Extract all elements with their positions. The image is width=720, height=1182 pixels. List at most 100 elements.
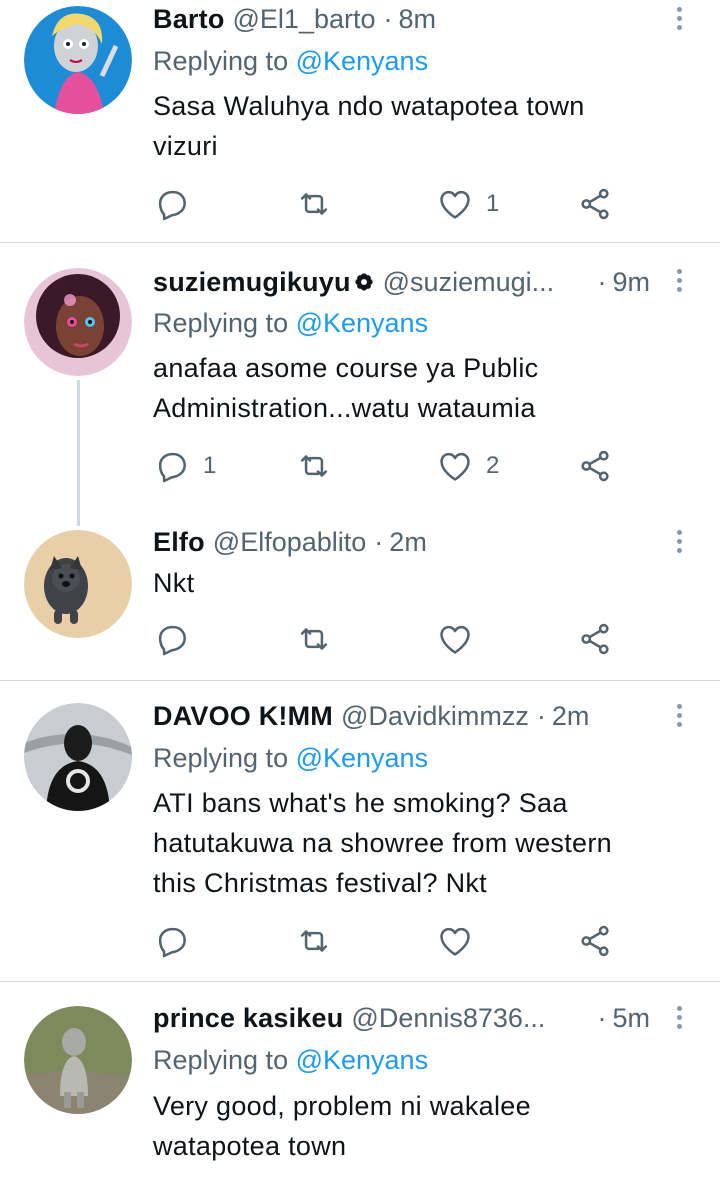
user-handle[interactable]: @Davidkimmzz xyxy=(341,697,529,735)
display-name[interactable]: prince kasikeu xyxy=(153,999,343,1037)
tweet[interactable]: suziemugikuyu @suziemugi... · 9m Replyin… xyxy=(0,243,720,526)
action-bar: 1 xyxy=(153,184,680,224)
reply-icon xyxy=(158,452,186,483)
share-button[interactable] xyxy=(576,446,614,486)
retweet-button[interactable] xyxy=(295,446,345,486)
share-button[interactable] xyxy=(576,921,614,961)
user-handle[interactable]: @suziemugi... xyxy=(383,263,590,301)
more-icon[interactable] xyxy=(674,1004,684,1034)
user-handle[interactable]: @Dennis8736... xyxy=(351,999,589,1037)
replying-to: Replying to @Kenyans xyxy=(153,1041,428,1079)
like-button[interactable]: 1 xyxy=(436,184,499,224)
mention-link[interactable]: @Kenyans xyxy=(296,46,428,76)
user-handle[interactable]: @Elfopablito xyxy=(213,523,367,561)
separator: · xyxy=(383,4,393,34)
share-icon xyxy=(581,450,609,482)
tweet[interactable]: prince kasikeu @Dennis8736... · 5m Reply… xyxy=(0,982,720,1182)
thread-line xyxy=(77,380,80,526)
like-button[interactable]: 2 xyxy=(436,446,499,486)
flower-emoji-icon xyxy=(355,273,373,291)
heart-icon xyxy=(440,452,470,481)
tweet[interactable]: Barto @El1_barto · 8m Replying to @Kenya… xyxy=(0,0,720,242)
more-icon[interactable] xyxy=(674,702,684,732)
separator: · xyxy=(597,1003,607,1033)
avatar[interactable] xyxy=(24,6,132,114)
tweet-text: Sasa Waluhya ndo watapotea town vizuri xyxy=(153,86,680,166)
replying-to-label: Replying to xyxy=(153,308,296,338)
text-line: watapotea town xyxy=(153,1131,347,1161)
replying-to-label: Replying to xyxy=(153,743,296,773)
action-bar xyxy=(153,921,680,961)
heart-icon xyxy=(440,625,470,654)
tweet-text: anafaa asome course ya Public Administra… xyxy=(153,348,680,428)
avatar[interactable] xyxy=(24,268,132,376)
replying-to-label: Replying to xyxy=(153,46,296,76)
timestamp[interactable]: 8m xyxy=(399,0,437,38)
separator: · xyxy=(536,701,546,731)
avatar[interactable] xyxy=(24,703,132,811)
display-name[interactable]: DAVOO K!MM xyxy=(153,697,333,735)
avatar-image xyxy=(24,6,132,114)
text-line: vizuri xyxy=(153,131,218,161)
avatar-image xyxy=(24,268,132,376)
more-icon[interactable] xyxy=(674,5,684,35)
timestamp[interactable]: 9m xyxy=(612,263,650,301)
reply-button[interactable] xyxy=(153,184,203,224)
user-handle[interactable]: @El1_barto xyxy=(233,0,376,38)
share-icon xyxy=(581,188,609,220)
share-button[interactable] xyxy=(576,184,614,224)
retweet-icon xyxy=(300,455,328,477)
reply-button[interactable] xyxy=(153,921,203,961)
display-name[interactable]: suziemugikuyu xyxy=(153,263,351,301)
replying-to: Replying to @Kenyans xyxy=(153,739,428,777)
mention-link[interactable]: @Kenyans xyxy=(296,1045,428,1075)
separator: · xyxy=(597,267,607,297)
text-line: this Christmas festival? Nkt xyxy=(153,868,487,898)
separator: · xyxy=(374,527,384,557)
text-line: Administration...watu wataumia xyxy=(153,393,536,423)
share-icon xyxy=(581,623,609,655)
more-icon[interactable] xyxy=(674,528,684,558)
action-bar: 1 2 xyxy=(153,446,680,486)
retweet-button[interactable] xyxy=(295,184,345,224)
tweet-text: ATI bans what's he smoking? Saa hatutaku… xyxy=(153,783,680,903)
reply-icon xyxy=(158,190,186,221)
reply-count: 1 xyxy=(203,452,217,479)
retweet-icon xyxy=(300,193,328,215)
mention-link[interactable]: @Kenyans xyxy=(296,308,428,338)
display-name[interactable]: Barto xyxy=(153,0,225,38)
replying-to-label: Replying to xyxy=(153,1045,296,1075)
retweet-icon xyxy=(300,628,328,650)
action-bar xyxy=(153,619,680,659)
avatar[interactable] xyxy=(24,1006,132,1114)
like-button[interactable] xyxy=(436,619,486,659)
reply-button[interactable]: 1 xyxy=(153,446,216,486)
reply-icon xyxy=(158,927,186,958)
tweet-text: Very good, problem ni wakalee watapotea … xyxy=(153,1086,680,1166)
tweet[interactable]: DAVOO K!MM @Davidkimmzz · 2m Replying to… xyxy=(0,681,720,981)
text-line: anafaa asome course ya Public xyxy=(153,353,539,383)
share-icon xyxy=(581,925,609,957)
avatar[interactable] xyxy=(24,530,132,638)
heart-icon xyxy=(440,927,470,956)
text-line: Very good, problem ni wakalee xyxy=(153,1091,531,1121)
timestamp[interactable]: 5m xyxy=(612,999,650,1037)
timestamp[interactable]: 2m xyxy=(552,697,590,735)
retweet-button[interactable] xyxy=(295,921,345,961)
reply-button[interactable] xyxy=(153,619,203,659)
avatar-image xyxy=(24,703,132,811)
retweet-button[interactable] xyxy=(295,619,345,659)
share-button[interactable] xyxy=(576,619,614,659)
replying-to: Replying to @Kenyans xyxy=(153,304,428,342)
more-icon[interactable] xyxy=(674,267,684,297)
avatar-image xyxy=(24,530,132,638)
mention-link[interactable]: @Kenyans xyxy=(296,743,428,773)
text-line: Nkt xyxy=(153,568,195,598)
like-button[interactable] xyxy=(436,921,486,961)
tweet[interactable]: Elfo @Elfopablito · 2m Nkt xyxy=(0,509,720,680)
text-line: hatutakuwa na showree from western xyxy=(153,828,612,858)
like-count: 2 xyxy=(486,452,500,479)
timestamp[interactable]: 2m xyxy=(389,523,427,561)
like-count: 1 xyxy=(486,190,500,217)
display-name[interactable]: Elfo xyxy=(153,523,205,561)
